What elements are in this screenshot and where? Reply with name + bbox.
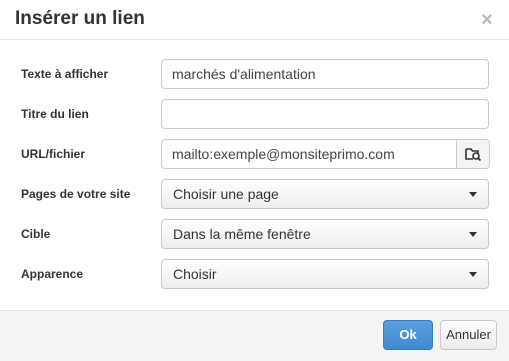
chevron-down-icon (469, 232, 477, 237)
row-url: URL/fichier (0, 139, 509, 169)
dialog-title: Insérer un lien (15, 8, 145, 29)
row-appearance: Apparence Choisir (0, 259, 509, 289)
insert-link-dialog: Insérer un lien × Texte à afficher Titre… (0, 0, 509, 361)
target-label: Cible (21, 227, 51, 241)
text-to-display-input[interactable] (161, 59, 489, 89)
row-target: Cible Dans la même fenêtre (0, 219, 509, 249)
url-input[interactable] (161, 139, 457, 169)
appearance-select[interactable]: Choisir (161, 259, 489, 289)
site-pages-select[interactable]: Choisir une page (161, 179, 489, 209)
row-site-pages: Pages de votre site Choisir une page (0, 179, 509, 209)
url-label: URL/fichier (21, 147, 86, 161)
dialog-header: Insérer un lien × (0, 0, 509, 40)
dialog-footer: Ok Annuler (0, 310, 509, 361)
ok-button[interactable]: Ok (383, 320, 433, 350)
appearance-label: Apparence (21, 267, 84, 281)
target-selected: Dans la même fenêtre (173, 226, 311, 242)
link-title-label: Titre du lien (21, 107, 89, 121)
target-select[interactable]: Dans la même fenêtre (161, 219, 489, 249)
close-icon[interactable]: × (479, 10, 495, 30)
link-title-input[interactable] (161, 99, 489, 129)
browse-files-button[interactable] (456, 139, 490, 169)
row-text-to-display: Texte à afficher (0, 59, 509, 89)
appearance-selected: Choisir (173, 266, 217, 282)
site-pages-label: Pages de votre site (21, 187, 131, 201)
chevron-down-icon (469, 192, 477, 197)
chevron-down-icon (469, 272, 477, 277)
text-to-display-label: Texte à afficher (21, 67, 109, 81)
row-link-title: Titre du lien (0, 99, 509, 129)
site-pages-selected: Choisir une page (173, 186, 279, 202)
cancel-button[interactable]: Annuler (440, 320, 497, 350)
